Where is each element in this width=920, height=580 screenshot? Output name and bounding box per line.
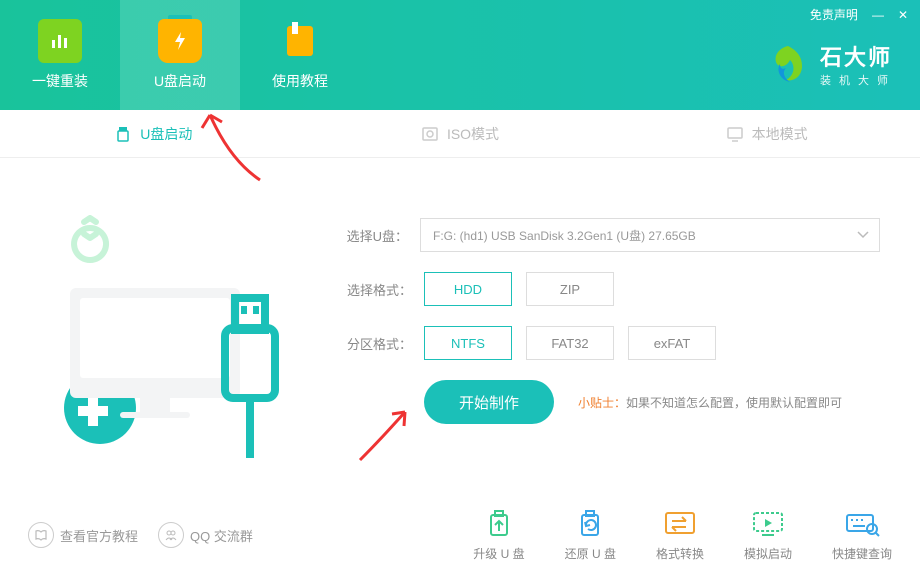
action-simulate-boot[interactable]: 模拟启动 (744, 509, 792, 562)
monitor-icon (726, 125, 744, 143)
partition-option-fat32[interactable]: FAT32 (526, 326, 614, 360)
mode-tab-local[interactable]: 本地模式 (613, 110, 920, 157)
bar-chart-icon (38, 19, 82, 63)
convert-icon (662, 509, 698, 539)
monitor-play-icon (750, 509, 786, 539)
footer: 查看官方教程 QQ 交流群 升级 U 盘 还原 U 盘 格式转换 模拟启动 快捷… (0, 490, 920, 580)
format-option-hdd[interactable]: HDD (424, 272, 512, 306)
partition-option-ntfs[interactable]: NTFS (424, 326, 512, 360)
header: 一键重装 U盘启动 使用教程 免责声明 — ✕ 石大师 装机大师 (0, 0, 920, 110)
nav-reinstall[interactable]: 一键重装 (0, 0, 120, 110)
book-open-icon (28, 522, 54, 548)
official-tutorial-link[interactable]: 查看官方教程 (28, 522, 138, 548)
action-label: 模拟启动 (744, 545, 792, 562)
nav-tabs: 一键重装 U盘启动 使用教程 (0, 0, 360, 110)
mode-tab-iso[interactable]: ISO模式 (307, 110, 614, 157)
brand-logo-icon (766, 42, 810, 86)
brand: 石大师 装机大师 (766, 40, 896, 88)
nav-label: 使用教程 (272, 71, 328, 91)
tip-label: 小贴士： (578, 396, 626, 410)
usb-select[interactable]: F:G: (hd1) USB SanDisk 3.2Gen1 (U盘) 27.6… (420, 218, 880, 252)
usb-refresh-icon (572, 509, 608, 539)
close-icon[interactable]: ✕ (898, 8, 908, 22)
usb-select-value: F:G: (hd1) USB SanDisk 3.2Gen1 (U盘) 27.6… (433, 227, 696, 244)
action-label: 升级 U 盘 (473, 545, 524, 562)
link-label: 查看官方教程 (60, 526, 138, 545)
brand-name: 石大师 (820, 40, 896, 72)
action-format-convert[interactable]: 格式转换 (656, 509, 704, 562)
people-icon (158, 522, 184, 548)
action-upgrade-usb[interactable]: 升级 U 盘 (473, 509, 524, 562)
select-usb-label: 选择U盘： (340, 226, 408, 245)
disclaimer-link[interactable]: 免责声明 (810, 6, 858, 23)
mode-label: ISO模式 (447, 124, 499, 144)
minimize-icon[interactable]: — (872, 8, 884, 22)
format-label: 选择格式： (340, 280, 412, 299)
qq-group-link[interactable]: QQ 交流群 (158, 522, 253, 548)
link-label: QQ 交流群 (190, 526, 253, 545)
chevron-down-icon (857, 231, 869, 239)
action-label: 快捷键查询 (832, 545, 892, 562)
start-button[interactable]: 开始制作 (424, 380, 554, 424)
nav-usb-boot[interactable]: U盘启动 (120, 0, 240, 110)
mode-label: U盘启动 (140, 124, 192, 144)
action-label: 格式转换 (656, 545, 704, 562)
tip-text: 小贴士：如果不知道怎么配置，使用默认配置即可 (578, 394, 842, 411)
tip-body: 如果不知道怎么配置，使用默认配置即可 (626, 396, 842, 410)
nav-tutorial[interactable]: 使用教程 (240, 0, 360, 110)
mode-tabs: U盘启动 ISO模式 本地模式 (0, 110, 920, 158)
book-icon (278, 19, 322, 63)
partition-label: 分区格式： (340, 334, 412, 353)
config-form: 选择U盘： F:G: (hd1) USB SanDisk 3.2Gen1 (U盘… (340, 218, 880, 424)
nav-label: U盘启动 (154, 71, 206, 91)
brand-sub: 装机大师 (820, 72, 896, 88)
usb-icon (114, 125, 132, 143)
action-label: 还原 U 盘 (565, 545, 616, 562)
content: 选择U盘： F:G: (hd1) USB SanDisk 3.2Gen1 (U盘… (0, 158, 920, 518)
action-hotkey-lookup[interactable]: 快捷键查询 (832, 509, 892, 562)
iso-icon (421, 125, 439, 143)
mode-tab-usb[interactable]: U盘启动 (0, 110, 307, 157)
nav-label: 一键重装 (32, 71, 88, 91)
mode-label: 本地模式 (752, 124, 808, 144)
format-option-zip[interactable]: ZIP (526, 272, 614, 306)
usb-illustration-icon (30, 198, 290, 458)
partition-option-exfat[interactable]: exFAT (628, 326, 716, 360)
usb-up-icon (481, 509, 517, 539)
keyboard-search-icon (844, 509, 880, 539)
action-restore-usb[interactable]: 还原 U 盘 (565, 509, 616, 562)
window-controls: 免责声明 — ✕ (810, 6, 908, 23)
shield-bolt-icon (158, 19, 202, 63)
